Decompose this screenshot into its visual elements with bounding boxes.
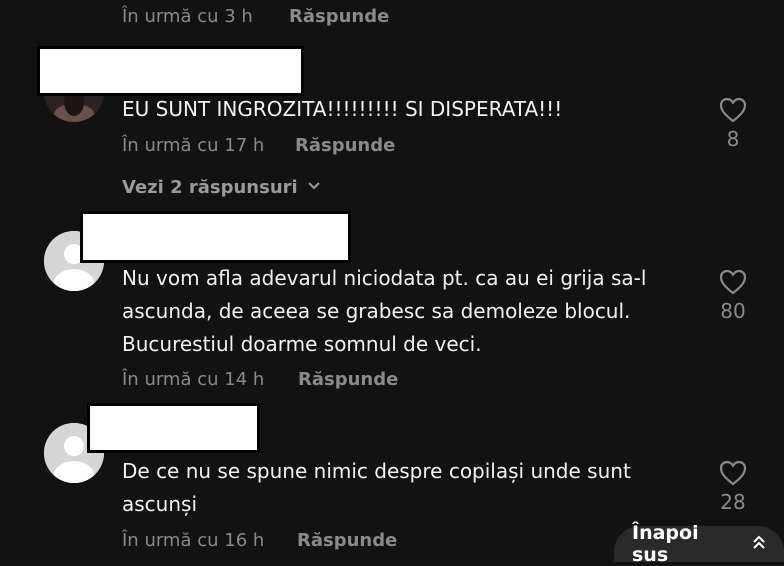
comment-2-reply-button[interactable]: Răspunde bbox=[298, 369, 398, 390]
heart-icon bbox=[703, 97, 763, 127]
view-replies-label: Vezi 2 răspunsuri bbox=[122, 177, 298, 198]
comment-1-reply-button[interactable]: Răspunde bbox=[295, 135, 395, 156]
back-to-top-button[interactable]: Înapoi sus bbox=[614, 522, 784, 566]
redacted-username bbox=[80, 211, 351, 263]
comment-1-time: În urmă cu 17 h bbox=[122, 135, 265, 156]
heart-icon bbox=[703, 460, 763, 490]
comment-2-time: În urmă cu 14 h bbox=[122, 369, 265, 390]
comment-1-text: EU SUNT INGROZITA!!!!!!!!! SI DISPERATA!… bbox=[122, 97, 563, 121]
heart-icon bbox=[703, 269, 763, 299]
comment-3-time: În urmă cu 16 h bbox=[122, 530, 265, 551]
comment-1-like[interactable]: 8 bbox=[703, 97, 763, 151]
comment-1-like-count: 8 bbox=[726, 127, 740, 151]
comment-3-text: De ce nu se spune nimic despre copilași … bbox=[122, 459, 631, 516]
prev-comment-reply-button[interactable]: Răspunde bbox=[289, 6, 389, 27]
comment-3-like-count: 28 bbox=[720, 490, 746, 514]
back-to-top-label: Înapoi sus bbox=[632, 522, 699, 566]
double-chevron-up-icon bbox=[752, 533, 766, 555]
comment-3-reply-button[interactable]: Răspunde bbox=[297, 530, 397, 551]
redacted-username bbox=[37, 46, 304, 96]
comment-2-like[interactable]: 80 bbox=[703, 269, 763, 323]
chevron-down-icon bbox=[306, 177, 322, 198]
comment-3-like[interactable]: 28 bbox=[703, 460, 763, 514]
comment-2-text: Nu vom afla adevarul niciodata pt. ca au… bbox=[122, 266, 647, 356]
redacted-username bbox=[87, 403, 260, 453]
prev-comment-time: În urmă cu 3 h bbox=[122, 6, 253, 27]
comment-1-view-replies[interactable]: Vezi 2 răspunsuri bbox=[122, 177, 322, 198]
comment-2-like-count: 80 bbox=[720, 299, 746, 323]
